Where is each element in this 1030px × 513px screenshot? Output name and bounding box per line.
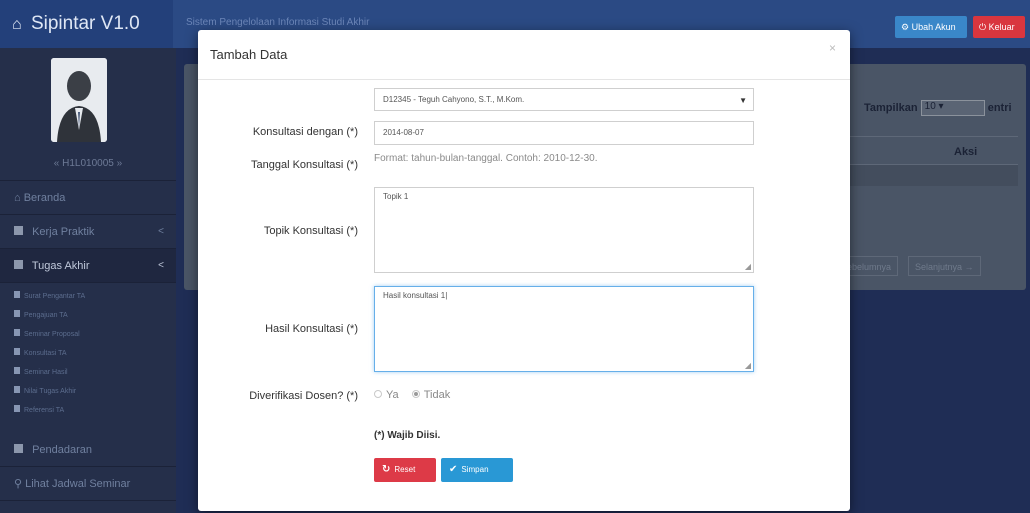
required-note: (*) Wajib Diisi.: [374, 430, 441, 441]
brand-title: Sipintar V1.0: [30, 13, 140, 34]
file-icon: [14, 367, 20, 374]
brand[interactable]: ⌂ Sipintar V1.0: [0, 0, 173, 48]
sidebar-item-label: Lihat Jadwal Seminar: [25, 478, 131, 490]
caret-down-icon: ▼: [739, 96, 747, 105]
keluar-label: Keluar: [988, 22, 1015, 32]
page-size-control: Tampilkan 10 ▾ entri: [864, 100, 1012, 116]
page-size-value: 10: [924, 101, 936, 112]
chevron-left-icon: <: [158, 226, 164, 237]
home-icon: ⌂: [12, 16, 22, 33]
sidebar-submenu: Surat Pengantar TA Pengajuan TA Seminar …: [0, 283, 176, 433]
username: « H1L010005 »: [53, 158, 123, 169]
reset-label: Reset: [394, 465, 416, 474]
power-icon: ⏻: [979, 22, 987, 32]
app-subtitle: Sistem Pengelolaan Informasi Studi Akhir: [186, 17, 370, 28]
keluar-button[interactable]: ⏻ Keluar: [973, 16, 1025, 38]
folder-icon: [14, 444, 23, 453]
hasil-label: Hasil Konsultasi (*): [265, 323, 358, 335]
submenu-item-nilai[interactable]: Nilai Tugas Akhir: [14, 382, 176, 401]
user-silhouette-icon: [51, 58, 107, 142]
folder-icon: [14, 260, 23, 269]
user-profile: « H1L010005 »: [0, 48, 176, 181]
entri-label: entri: [987, 101, 1012, 114]
radio-option-ya[interactable]: Ya: [374, 389, 402, 401]
folder-icon: [14, 226, 23, 235]
verifikasi-radio-group: Ya Tidak: [374, 389, 460, 401]
sidebar-item-label: Kerja Praktik: [32, 226, 95, 238]
resize-handle-icon[interactable]: ◢: [745, 361, 751, 370]
submenu-item-label: Pengajuan TA: [24, 312, 68, 319]
file-icon: [14, 405, 20, 412]
submenu-item-referensi[interactable]: Referensi TA: [14, 401, 176, 420]
submenu-item-pengajuan[interactable]: Pengajuan TA: [14, 306, 176, 325]
radio-label: Ya: [386, 389, 399, 401]
refresh-icon: ↻: [382, 464, 391, 475]
checkmark-icon: ✔: [449, 464, 458, 475]
reset-button[interactable]: ↻ Reset: [374, 458, 436, 482]
file-icon: [14, 329, 20, 336]
radio-button[interactable]: [374, 390, 382, 399]
modal-header: Tambah Data ×: [198, 30, 850, 80]
submenu-item-label: Surat Pengantar TA: [24, 293, 86, 300]
file-icon: [14, 291, 20, 298]
page-size-select[interactable]: 10 ▾: [920, 100, 985, 116]
hasil-value: Hasil konsultasi 1|: [383, 291, 448, 300]
sidebar-item-label: Tugas Akhir: [31, 260, 90, 272]
table-header: [838, 136, 1018, 164]
table-row: [838, 164, 1018, 186]
topik-label: Topik Konsultasi (*): [263, 225, 358, 237]
home-icon: ⌂: [14, 192, 21, 204]
simpan-button[interactable]: ✔ Simpan: [441, 458, 513, 482]
submenu-item-label: Konsultasi TA: [24, 350, 67, 357]
tanggal-label: Tanggal Konsultasi (*): [250, 159, 358, 171]
radio-option-tidak[interactable]: Tidak: [411, 389, 451, 401]
ubah-akun-label: Ubah Akun: [911, 22, 956, 32]
sidebar-item-beranda[interactable]: ⌂ Beranda: [0, 181, 176, 215]
file-icon: [14, 348, 20, 355]
sidebar-item-pendadaran[interactable]: Pendadaran: [0, 433, 176, 467]
resize-handle-icon[interactable]: ◢: [745, 262, 751, 271]
topik-textarea[interactable]: Topik 1 ◢: [374, 187, 754, 273]
konsultasi-value: D12345 - Teguh Cahyono, S.T., M.Kom.: [383, 95, 525, 104]
submenu-item-seminar-hasil[interactable]: Seminar Hasil: [14, 363, 176, 382]
next-page-button[interactable]: Selanjutnya →: [908, 256, 981, 276]
sidebar: « H1L010005 » ⌂ Beranda Kerja Praktik < …: [0, 48, 176, 513]
avatar: [51, 58, 107, 142]
close-icon[interactable]: ×: [829, 41, 836, 55]
file-icon: [14, 310, 20, 317]
sidebar-item-kerja-praktik[interactable]: Kerja Praktik <: [0, 215, 176, 249]
chevron-left-icon: <: [158, 260, 164, 271]
tampilkan-label: Tampilkan: [864, 101, 918, 114]
konsultasi-select[interactable]: D12345 - Teguh Cahyono, S.T., M.Kom. ▼: [374, 88, 754, 111]
konsultasi-label: Konsultasi dengan (*): [252, 126, 358, 138]
submenu-item-label: Nilai Tugas Akhir: [24, 388, 77, 395]
submenu-item-label: Referensi TA: [24, 407, 65, 414]
modal-title: Tambah Data: [210, 47, 288, 62]
radio-button-selected[interactable]: [411, 390, 420, 399]
verifikasi-label: Diverifikasi Dosen? (*): [249, 390, 358, 402]
sidebar-item-jadwal-seminar[interactable]: ⚲ Lihat Jadwal Seminar: [0, 467, 176, 501]
submenu-item-label: Seminar Proposal: [24, 331, 80, 338]
tanggal-hint: Format: tahun-bulan-tanggal. Contoh: 201…: [374, 153, 598, 164]
sidebar-item-label: Beranda: [23, 192, 66, 204]
ubah-akun-button[interactable]: ⚙ Ubah Akun: [895, 16, 967, 38]
tambah-data-modal: Tambah Data × Konsultasi dengan (*) D123…: [198, 30, 850, 511]
submenu-item-seminar-proposal[interactable]: Seminar Proposal: [14, 325, 176, 344]
simpan-label: Simpan: [461, 465, 489, 474]
submenu-item-konsultasi[interactable]: Konsultasi TA: [14, 344, 176, 363]
hasil-textarea[interactable]: Hasil konsultasi 1| ◢: [374, 286, 754, 372]
submenu-item-surat-pengantar[interactable]: Surat Pengantar TA: [14, 287, 176, 306]
radio-label: Tidak: [423, 389, 451, 401]
tanggal-input[interactable]: 2014-08-07: [374, 121, 754, 145]
sidebar-item-label: Pendadaran: [32, 444, 93, 456]
file-icon: [14, 386, 20, 393]
gear-icon: ⚙: [901, 22, 910, 32]
column-header-aksi: Aksi: [954, 146, 978, 158]
sidebar-item-tugas-akhir[interactable]: Tugas Akhir <: [0, 249, 176, 283]
topik-value: Topik 1: [383, 192, 409, 201]
submenu-item-label: Seminar Hasil: [24, 369, 68, 376]
search-icon: ⚲: [14, 478, 23, 490]
